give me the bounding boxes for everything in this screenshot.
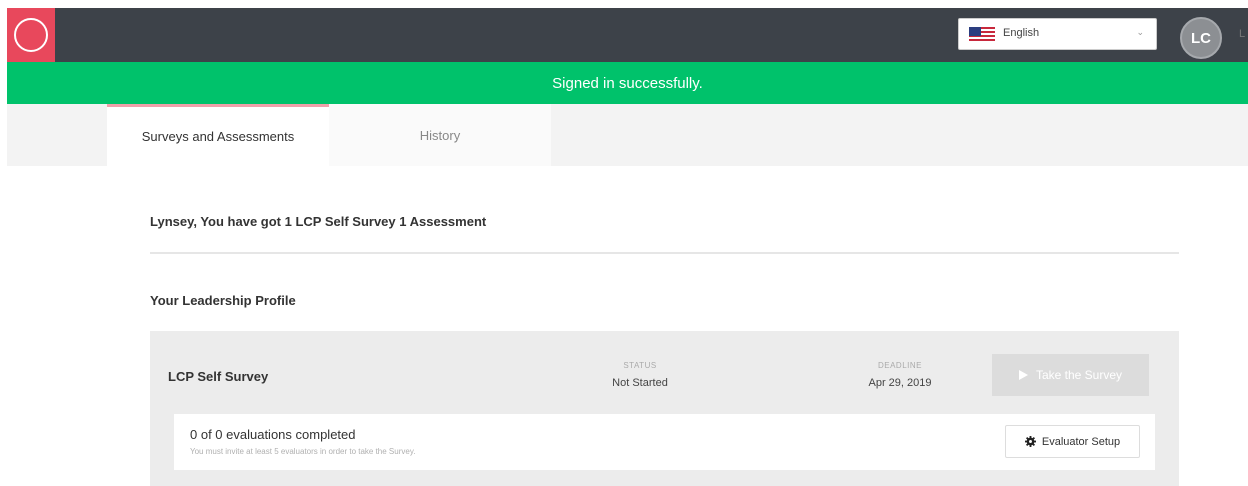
section-divider bbox=[150, 252, 1179, 254]
deadline-label: DEADLINE bbox=[877, 361, 922, 370]
us-flag-icon bbox=[969, 27, 995, 43]
deadline-value: Apr 29, 2019 bbox=[868, 377, 932, 389]
evaluator-setup-label: Evaluator Setup bbox=[1041, 435, 1121, 448]
language-selected-label: English bbox=[1003, 27, 1040, 39]
tabs-bar: Surveys and Assessments History bbox=[7, 104, 1248, 166]
greeting-heading: Lynsey, You have got 1 LCP Self Survey 1… bbox=[150, 214, 487, 229]
status-label: STATUS bbox=[623, 361, 657, 370]
section-title: Your Leadership Profile bbox=[150, 293, 296, 308]
evaluations-note: You must invite at least 5 evaluators in… bbox=[190, 447, 416, 456]
status-value: Not Started bbox=[612, 377, 668, 389]
take-survey-button[interactable]: Take the Survey bbox=[992, 354, 1149, 396]
evaluations-count: 0 of 0 evaluations completed bbox=[190, 427, 356, 442]
chevron-down-icon: ⌄ bbox=[1136, 27, 1144, 37]
survey-name: LCP Self Survey bbox=[168, 369, 269, 384]
take-survey-label: Take the Survey bbox=[1035, 368, 1123, 382]
tab-history[interactable]: History bbox=[329, 104, 551, 166]
evaluations-panel: 0 of 0 evaluations completed You must in… bbox=[174, 414, 1155, 470]
survey-card: LCP Self Survey STATUS Not Started DEADL… bbox=[150, 331, 1179, 486]
flash-message: Signed in successfully. bbox=[7, 62, 1248, 104]
evaluator-setup-button[interactable]: Evaluator Setup bbox=[1005, 425, 1140, 458]
user-name-truncated[interactable]: L bbox=[1239, 28, 1245, 40]
user-avatar[interactable]: LC bbox=[1180, 17, 1222, 59]
top-navbar: English ⌄ LC L bbox=[7, 8, 1248, 62]
language-select[interactable]: English ⌄ bbox=[958, 18, 1157, 50]
play-icon bbox=[1018, 370, 1028, 380]
gear-icon bbox=[1024, 436, 1036, 447]
tab-surveys-and-assessments[interactable]: Surveys and Assessments bbox=[107, 104, 329, 166]
logo-ring-icon bbox=[14, 18, 48, 52]
app-logo[interactable] bbox=[7, 8, 55, 62]
